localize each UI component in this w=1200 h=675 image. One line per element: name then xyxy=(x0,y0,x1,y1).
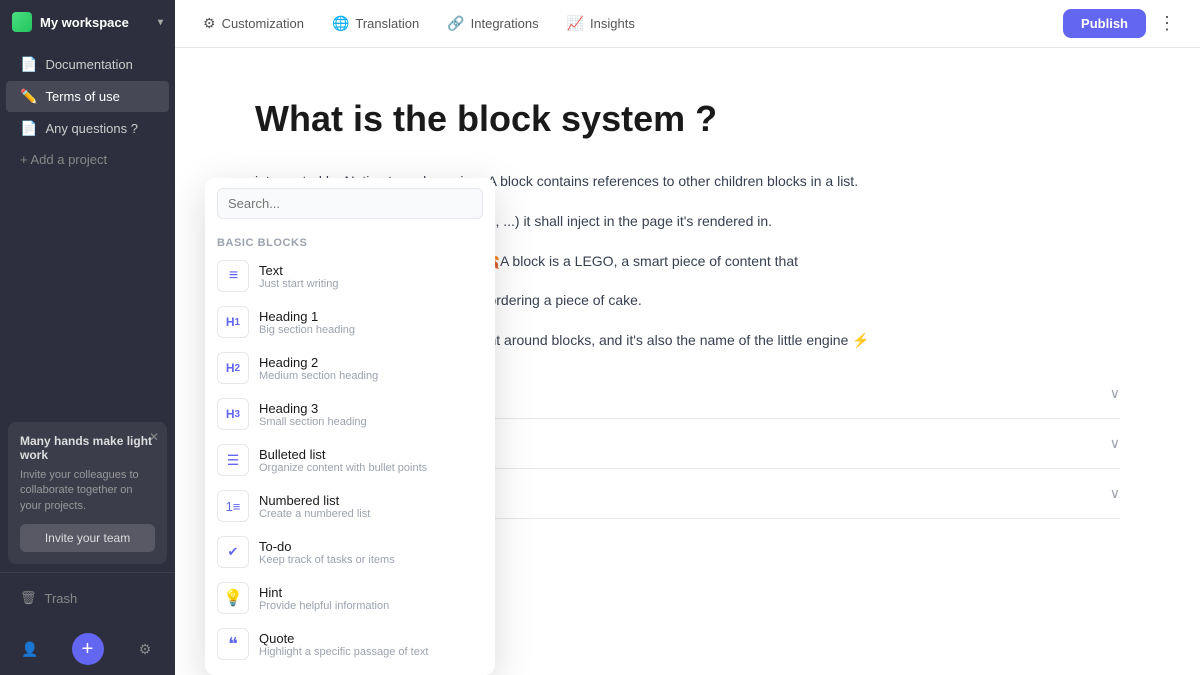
bulleted-list-desc: Organize content with bullet points xyxy=(259,462,427,474)
settings-button[interactable]: ⚙ xyxy=(129,633,161,665)
block-type-text[interactable]: ≡ Text Just start writing xyxy=(205,253,495,299)
sidebar-nav: 📄 Documentation ✏️ Terms of use 📄 Any qu… xyxy=(0,44,175,414)
numbered-list-name: Numbered list xyxy=(259,493,370,508)
add-project-button[interactable]: + Add a project xyxy=(6,145,169,174)
sidebar-item-documentation[interactable]: 📄 Documentation xyxy=(6,49,169,80)
sidebar-item-label: Any questions ? xyxy=(45,121,138,136)
top-navigation: ⚙ Customization 🌐 Translation 🔗 Integrat… xyxy=(175,0,1200,48)
invite-card: Many hands make light work ✕ Invite your… xyxy=(8,422,167,564)
sidebar-item-label: Documentation xyxy=(45,57,132,72)
dropdown-search-container xyxy=(205,178,495,229)
block-type-heading1[interactable]: H1 Heading 1 Big section heading xyxy=(205,299,495,345)
text-block-icon: ≡ xyxy=(217,260,249,292)
more-icon: ⋮ xyxy=(1158,13,1176,33)
dropdown-search-input[interactable] xyxy=(217,188,483,219)
integrations-icon: 🔗 xyxy=(447,15,464,32)
h2-block-desc: Medium section heading xyxy=(259,370,378,382)
add-project-label: + Add a project xyxy=(20,152,107,167)
numbered-list-icon: 1≡ xyxy=(217,490,249,522)
dropdown-section-title: BASIC BLOCKS xyxy=(205,229,495,253)
invite-team-button[interactable]: Invite your team xyxy=(20,524,155,552)
page-title: What is the block system ? xyxy=(255,98,1120,140)
nav-insights[interactable]: 📈 Insights xyxy=(555,9,647,38)
accordion-chevron-2: ∨ xyxy=(1110,435,1120,452)
customization-icon: ⚙ xyxy=(203,15,216,32)
block-type-heading2[interactable]: H2 Heading 2 Medium section heading xyxy=(205,345,495,391)
h3-block-desc: Small section heading xyxy=(259,416,367,428)
numbered-list-desc: Create a numbered list xyxy=(259,508,370,520)
block-type-hint[interactable]: 💡 Hint Provide helpful information xyxy=(205,575,495,621)
bulleted-list-icon: ☰ xyxy=(217,444,249,476)
trash-icon: 🗑 xyxy=(20,590,37,606)
nav-translation[interactable]: 🌐 Translation xyxy=(320,9,431,38)
todo-desc: Keep track of tasks or items xyxy=(259,554,395,566)
main-area: ⚙ Customization 🌐 Translation 🔗 Integrat… xyxy=(175,0,1200,675)
workspace-selector[interactable]: My workspace ▾ xyxy=(0,0,175,44)
text-block-name: Text xyxy=(259,263,338,278)
person-icon: 👤 xyxy=(21,641,38,658)
nav-translation-label: Translation xyxy=(355,16,419,31)
h1-block-name: Heading 1 xyxy=(259,309,355,324)
plus-icon: + xyxy=(82,638,94,661)
quote-name: Quote xyxy=(259,631,428,646)
block-type-quote[interactable]: ❝ Quote Highlight a specific passage of … xyxy=(205,621,495,667)
block-type-heading3[interactable]: H3 Heading 3 Small section heading xyxy=(205,391,495,437)
block-type-dropdown: BASIC BLOCKS ≡ Text Just start writing H… xyxy=(205,178,495,675)
invite-title: Many hands make light work xyxy=(20,434,155,462)
sidebar: My workspace ▾ 📄 Documentation ✏️ Terms … xyxy=(0,0,175,675)
h3-block-icon: H3 xyxy=(217,398,249,430)
h1-block-icon: H1 xyxy=(217,306,249,338)
block-type-bulleted-list[interactable]: ☰ Bulleted list Organize content with bu… xyxy=(205,437,495,483)
accordion-chevron-1: ∨ xyxy=(1110,385,1120,402)
nav-customization[interactable]: ⚙ Customization xyxy=(191,9,316,38)
trash-item[interactable]: 🗑 Trash xyxy=(6,583,169,613)
hint-icon: 💡 xyxy=(217,582,249,614)
nav-integrations-label: Integrations xyxy=(471,16,539,31)
quote-desc: Highlight a specific passage of text xyxy=(259,646,428,658)
nav-customization-label: Customization xyxy=(222,16,304,31)
questions-icon: 📄 xyxy=(20,120,37,137)
content-area: What is the block system ? interpreted b… xyxy=(175,48,1200,675)
close-invite-button[interactable]: ✕ xyxy=(149,430,159,444)
todo-icon: ✔ xyxy=(217,536,249,568)
trash-label: Trash xyxy=(45,591,78,606)
workspace-label: My workspace xyxy=(40,15,150,30)
workspace-chevron-icon: ▾ xyxy=(158,17,163,28)
text-block-desc: Just start writing xyxy=(259,278,338,290)
more-options-button[interactable]: ⋮ xyxy=(1150,7,1184,40)
terms-icon: ✏️ xyxy=(20,88,37,105)
bulleted-list-name: Bulleted list xyxy=(259,447,427,462)
sidebar-item-label: Terms of use xyxy=(45,89,119,104)
block-type-numbered-list[interactable]: 1≡ Numbered list Create a numbered list xyxy=(205,483,495,529)
sidebar-item-terms-of-use[interactable]: ✏️ Terms of use xyxy=(6,81,169,112)
h2-block-name: Heading 2 xyxy=(259,355,378,370)
workspace-icon xyxy=(12,12,32,32)
todo-name: To-do xyxy=(259,539,395,554)
h1-block-desc: Big section heading xyxy=(259,324,355,336)
add-member-button[interactable]: 👤 xyxy=(14,633,46,665)
invite-description: Invite your colleagues to collaborate to… xyxy=(20,468,155,514)
accordion-chevron-3: ∨ xyxy=(1110,485,1120,502)
nav-insights-label: Insights xyxy=(590,16,635,31)
hint-name: Hint xyxy=(259,585,389,600)
gear-icon: ⚙ xyxy=(139,641,152,658)
sidebar-actions: 👤 + ⚙ xyxy=(0,623,175,675)
nav-integrations[interactable]: 🔗 Integrations xyxy=(435,9,550,38)
sidebar-bottom: 🗑 Trash xyxy=(0,572,175,623)
block-type-todo[interactable]: ✔ To-do Keep track of tasks or items xyxy=(205,529,495,575)
create-new-button[interactable]: + xyxy=(72,633,104,665)
h2-block-icon: H2 xyxy=(217,352,249,384)
quote-icon: ❝ xyxy=(217,628,249,660)
sidebar-item-any-questions[interactable]: 📄 Any questions ? xyxy=(6,113,169,144)
doc-icon: 📄 xyxy=(20,56,37,73)
insights-icon: 📈 xyxy=(567,15,584,32)
h3-block-name: Heading 3 xyxy=(259,401,367,416)
hint-desc: Provide helpful information xyxy=(259,600,389,612)
publish-button[interactable]: Publish xyxy=(1063,9,1146,38)
translation-icon: 🌐 xyxy=(332,15,349,32)
